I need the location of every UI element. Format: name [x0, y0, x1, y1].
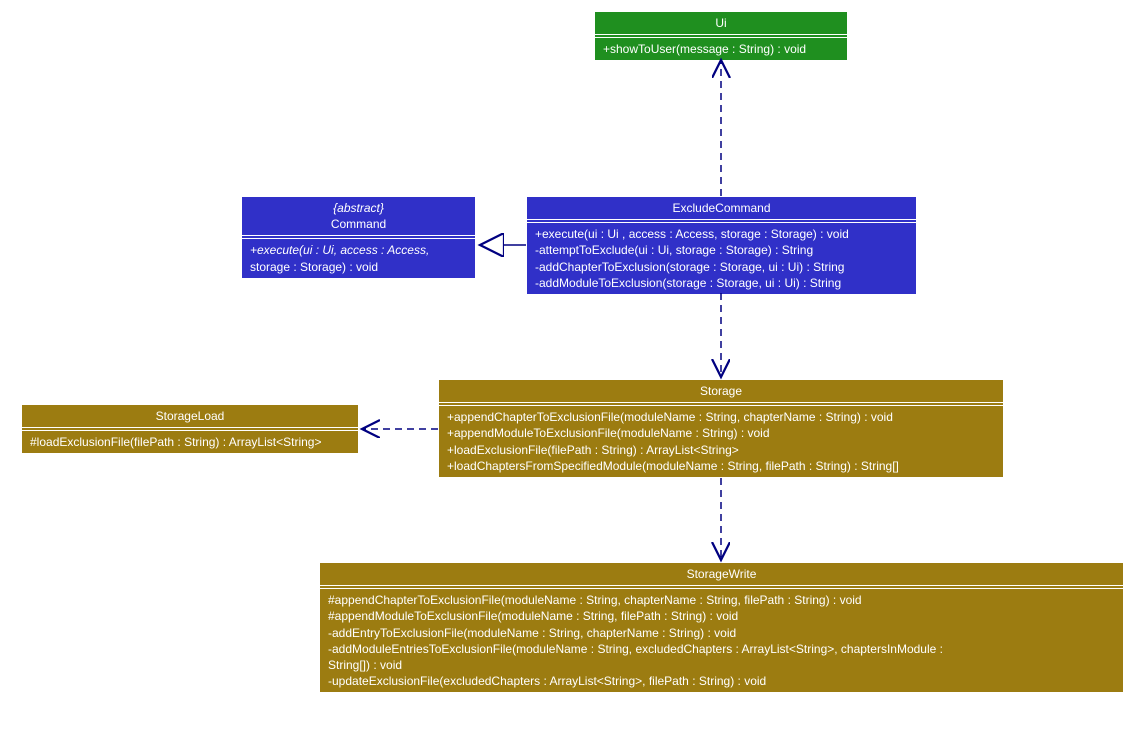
class-exclude-methods: +execute(ui : Ui , access : Access, stor… [527, 223, 916, 294]
class-command-stereotype: {abstract} [333, 201, 384, 215]
method-row: +execute(ui : Ui, access : Access, [250, 242, 467, 258]
method-row: +appendChapterToExclusionFile(moduleName… [447, 409, 995, 425]
class-storagewrite-methods: #appendChapterToExclusionFile(moduleName… [320, 589, 1123, 692]
class-command-name: Command [331, 217, 386, 231]
method-row: #loadExclusionFile(filePath : String) : … [30, 434, 350, 450]
method-row: -addChapterToExclusion(storage : Storage… [535, 259, 908, 275]
method-row: #appendModuleToExclusionFile(moduleName … [328, 608, 1115, 624]
method-row: -attemptToExclude(ui : Ui, storage : Sto… [535, 242, 908, 258]
method-row: storage : Storage) : void [250, 259, 467, 275]
class-storage-write: StorageWrite #appendChapterToExclusionFi… [319, 562, 1124, 693]
class-storageload-title: StorageLoad [22, 405, 358, 431]
method-row: +loadExclusionFile(filePath : String) : … [447, 442, 995, 458]
class-storage-methods: +appendChapterToExclusionFile(moduleName… [439, 406, 1003, 477]
class-storage: Storage +appendChapterToExclusionFile(mo… [438, 379, 1004, 478]
class-command-methods: +execute(ui : Ui, access : Access, stora… [242, 239, 475, 277]
class-storage-title: Storage [439, 380, 1003, 406]
method-row: +execute(ui : Ui , access : Access, stor… [535, 226, 908, 242]
method-row: String[]) : void [328, 657, 1115, 673]
method-row: -updateExclusionFile(excludedChapters : … [328, 673, 1115, 689]
class-storageload-methods: #loadExclusionFile(filePath : String) : … [22, 431, 358, 453]
class-storage-load: StorageLoad #loadExclusionFile(filePath … [21, 404, 359, 454]
method-row: +appendModuleToExclusionFile(moduleName … [447, 425, 995, 441]
method-row: -addModuleToExclusion(storage : Storage,… [535, 275, 908, 291]
class-command-title: {abstract} Command [242, 197, 475, 239]
class-ui-methods: +showToUser(message : String) : void [595, 38, 847, 60]
class-storagewrite-title: StorageWrite [320, 563, 1123, 589]
method-row: -addEntryToExclusionFile(moduleName : St… [328, 625, 1115, 641]
method-row: -addModuleEntriesToExclusionFile(moduleN… [328, 641, 1115, 657]
method-row: #appendChapterToExclusionFile(moduleName… [328, 592, 1115, 608]
method-row: +showToUser(message : String) : void [603, 41, 839, 57]
method-row: +loadChaptersFromSpecifiedModule(moduleN… [447, 458, 995, 474]
class-exclude-title: ExcludeCommand [527, 197, 916, 223]
class-ui-title: Ui [595, 12, 847, 38]
class-exclude-command: ExcludeCommand +execute(ui : Ui , access… [526, 196, 917, 295]
class-command: {abstract} Command +execute(ui : Ui, acc… [241, 196, 476, 279]
class-ui: Ui +showToUser(message : String) : void [594, 11, 848, 61]
